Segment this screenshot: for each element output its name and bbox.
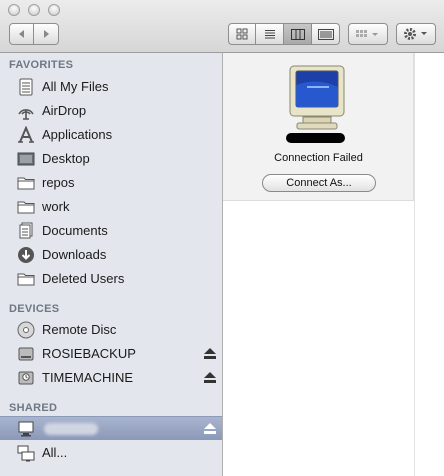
column-browser: Connection Failed Connect As... [223, 53, 444, 476]
folder-icon [17, 201, 35, 214]
sidebar-item-label: Applications [42, 127, 113, 142]
eject-icon[interactable] [204, 348, 216, 359]
coverflow-view-icon [317, 28, 334, 40]
sidebar-item-repos[interactable]: repos [0, 171, 222, 195]
sidebar-item-label: Desktop [42, 151, 90, 166]
sidebar-item-label: Remote Disc [42, 322, 117, 337]
sidebar-item-all-my-files[interactable]: All My Files [0, 75, 222, 99]
sidebar-item-remote-disc[interactable]: Remote Disc [0, 318, 222, 342]
sidebar-item-rosiebackup[interactable]: ROSIEBACKUP [0, 342, 222, 366]
sidebar-item-label: All My Files [42, 79, 109, 94]
sidebar-item-label: TIMEMACHINE [42, 370, 133, 385]
list-view-icon [264, 29, 275, 38]
icon-view-button[interactable] [228, 23, 256, 45]
arrange-icon [356, 30, 378, 37]
devices-header: DEVICES [9, 303, 60, 315]
close-window-button[interactable] [8, 4, 20, 16]
column-view-icon [290, 28, 305, 40]
sidebar-item-label: ROSIEBACKUP [42, 346, 136, 361]
monitor-icon [289, 65, 345, 130]
zoom-window-button[interactable] [48, 4, 60, 16]
list-view-button[interactable] [256, 23, 284, 45]
timemachine-drive-icon [18, 371, 34, 385]
sidebar-item-downloads[interactable]: Downloads [0, 243, 222, 267]
airdrop-icon [18, 109, 34, 120]
eject-icon[interactable] [204, 372, 216, 383]
sidebar-item-label: Documents [42, 223, 108, 238]
shared-header: SHARED [9, 402, 58, 414]
sidebar-item-timemachine[interactable]: TIMEMACHINE [0, 366, 222, 390]
sidebar-item-airdrop[interactable]: AirDrop [0, 99, 222, 123]
folder-icon [17, 273, 35, 286]
sidebar-item-label: repos [42, 175, 75, 190]
sidebar-item-work[interactable]: work [0, 195, 222, 219]
all-files-icon [19, 78, 33, 96]
connection-status: Connection Failed [274, 152, 363, 164]
coverflow-view-button[interactable] [312, 23, 340, 45]
minimize-window-button[interactable] [28, 4, 40, 16]
folder-icon [17, 177, 35, 190]
sidebar-item-shared-computer[interactable] [0, 416, 222, 440]
icon-view-icon [236, 28, 248, 40]
back-arrow-icon [18, 30, 24, 38]
connect-as-button[interactable]: Connect As... [262, 174, 376, 192]
forward-button[interactable] [34, 23, 59, 45]
sidebar-item-label [44, 423, 98, 435]
desktop-icon [17, 152, 35, 166]
sidebar-item-label: Deleted Users [42, 271, 125, 286]
downloads-icon [18, 247, 34, 263]
forward-arrow-icon [44, 30, 49, 38]
applications-icon [18, 126, 34, 143]
action-button[interactable] [396, 23, 436, 45]
window-toolbar [0, 0, 444, 53]
disc-icon [17, 321, 35, 339]
sidebar-item-deleted-users[interactable]: Deleted Users [0, 267, 222, 291]
server-column: Connection Failed Connect As... [223, 53, 414, 201]
computer-icon [18, 421, 34, 437]
sidebar: FAVORITES All My Files AirDrop Applicati… [0, 53, 223, 476]
sidebar-item-label: work [42, 199, 70, 214]
network-icon [17, 445, 35, 462]
sidebar-item-label: AirDrop [42, 103, 87, 118]
sidebar-item-applications[interactable]: Applications [0, 123, 222, 147]
sidebar-item-label: All... [42, 445, 68, 460]
redacted-server-name [286, 133, 345, 143]
column-divider[interactable] [414, 53, 415, 476]
sidebar-item-documents[interactable]: Documents [0, 219, 222, 243]
sidebar-item-desktop[interactable]: Desktop [0, 147, 222, 171]
column-view-button[interactable] [284, 23, 312, 45]
sidebar-item-all-shared[interactable]: All... [0, 441, 222, 465]
favorites-header: FAVORITES [9, 59, 74, 71]
sidebar-item-label: Downloads [42, 247, 107, 262]
arrange-button[interactable] [348, 23, 388, 45]
gear-icon [404, 28, 427, 40]
drive-icon [18, 347, 34, 361]
back-button[interactable] [9, 23, 34, 45]
eject-icon[interactable] [204, 423, 216, 434]
documents-icon [19, 222, 33, 239]
